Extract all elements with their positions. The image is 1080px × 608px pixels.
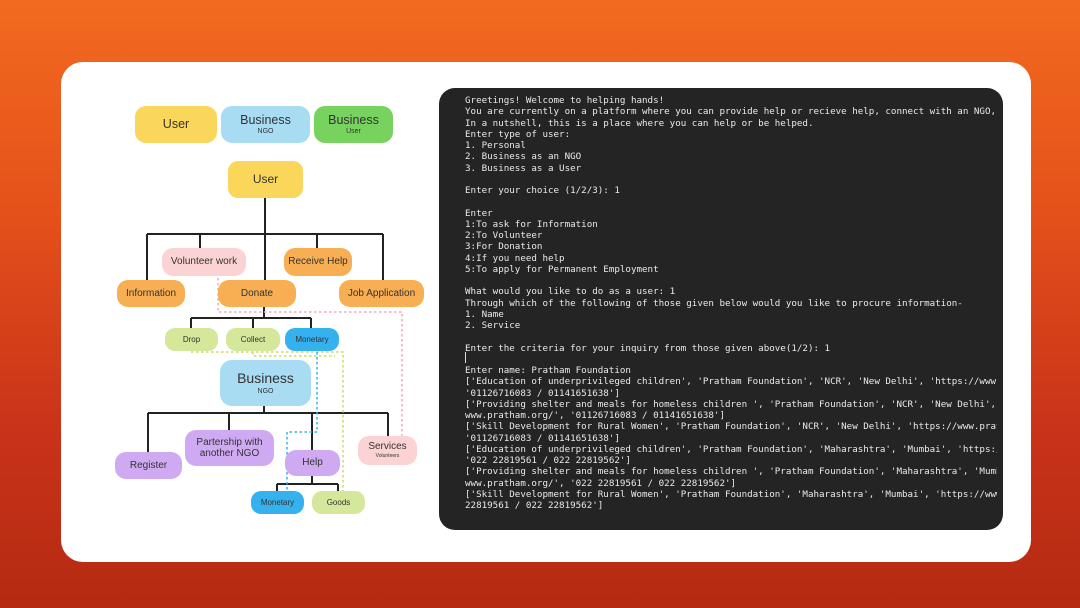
terminal-line: You are currently on a platform where yo… [465,106,997,118]
partnership-label: Partership with another NGO [196,436,263,460]
partnership-node: Partership with another NGO [185,430,274,466]
terminal-line: 3. Business as a User [465,162,582,174]
drop-node: Drop [165,328,218,351]
collect-label: Collect [240,334,266,344]
business-ngo-sub: NGO [257,387,274,395]
terminal-line: Through which of the following of those … [465,297,963,309]
services-title: Services [368,441,407,453]
monetary-label: Monetary [295,334,329,344]
legend-user: User [135,106,217,143]
terminal-line: 1:To ask for Information [465,218,598,230]
terminal-line: 5:To apply for Permanent Employment [465,263,659,275]
terminal-line: 3:For Donation [465,241,543,253]
job-application-node: Job Application [339,280,424,307]
terminal-line: ['Providing shelter and meals for homele… [465,398,997,410]
legend-business-user-title: Business [328,112,379,127]
receive-help-node: Receive Help [284,248,352,276]
terminal-line: 1. Name [465,308,504,320]
terminal-line: '022 22819561 / 022 22819562'] [465,455,631,466]
terminal-line: ['Skill Development for Rural Women', 'P… [465,421,997,433]
terminal-line: Enter [465,207,493,219]
terminal-line: ['Education of underprivileged children'… [465,443,997,455]
user-root-label: User [252,171,279,186]
terminal-cursor [465,352,466,363]
information-node: Information [117,280,185,307]
terminal-output: Greetings! Welcome to helping hands! You … [465,95,997,523]
terminal-line: www.pratham.org/', '022 22819561 / 022 2… [465,477,737,489]
terminal-line: In a nutshell, this is a place where you… [465,117,814,129]
legend-business-ngo-sub: NGO [257,128,274,136]
business-ngo-title: Business [237,370,294,387]
register-label: Register [129,459,168,471]
legend-business-ngo-title: Business [240,112,291,127]
help-label: Help [302,457,323,469]
user-root-node: User [228,161,303,198]
goods-node: Goods [312,491,365,514]
terminal-line: What would you like to do as a user: 1 [465,286,676,298]
legend-business-user-sub: User [346,128,361,136]
terminal-line: 2. Business as an NGO [465,151,582,163]
terminal-line: Enter the criteria for your inquiry from… [465,342,831,354]
business-ngo-node: Business NGO [220,360,311,406]
terminal-line: ['Skill Development for Rural Women', 'P… [465,488,997,500]
job-application-label: Job Application [347,287,416,299]
donate-label: Donate [240,287,274,299]
terminal-line: 2. Service [465,320,521,331]
terminal-line: Enter your choice (1/2/3): 1 [465,185,620,196]
terminal-line: ['Education of underprivileged children'… [465,376,997,388]
receive-help-label: Receive Help [288,256,348,268]
terminal-line: Enter type of user: [465,128,571,140]
terminal-line: 4:If you need help [465,252,565,264]
legend-business-user: Business User [314,106,393,143]
terminal-window: Greetings! Welcome to helping hands! You … [439,88,1003,530]
terminal-line: Enter name: Pratham Foundation [465,365,631,376]
help-node: Help [285,450,340,476]
register-node: Register [115,452,182,479]
volunteer-work-node: Volunteer work [162,248,246,276]
help-monetary-node: Monetary [251,491,304,514]
legend-user-label: User [162,117,190,132]
terminal-line: 2:To Volunteer [465,230,543,241]
terminal-line: 22819561 / 022 22819562'] [465,500,604,511]
collect-node: Collect [226,328,280,351]
monetary-node: Monetary [285,328,339,351]
donate-node: Donate [218,280,296,307]
terminal-line: '01126716083 / 01141651638'] [465,432,620,444]
volunteer-work-label: Volunteer work [170,256,238,268]
services-node: Services Volunteers [358,436,417,465]
information-label: Information [125,287,177,299]
terminal-line: www.pratham.org/', '01126716083 / 011416… [465,410,725,421]
terminal-line: ['Providing shelter and meals for homele… [465,466,997,478]
terminal-line: '01126716083 / 01141651638'] [465,387,620,399]
help-monetary-label: Monetary [260,497,295,507]
terminal-line: Greetings! Welcome to helping hands! [465,95,665,106]
services-sub: Volunteers [375,452,400,459]
legend-business-ngo: Business NGO [221,106,310,143]
goods-label: Goods [326,497,351,507]
drop-label: Drop [182,334,201,344]
terminal-line: 1. Personal [465,140,526,151]
